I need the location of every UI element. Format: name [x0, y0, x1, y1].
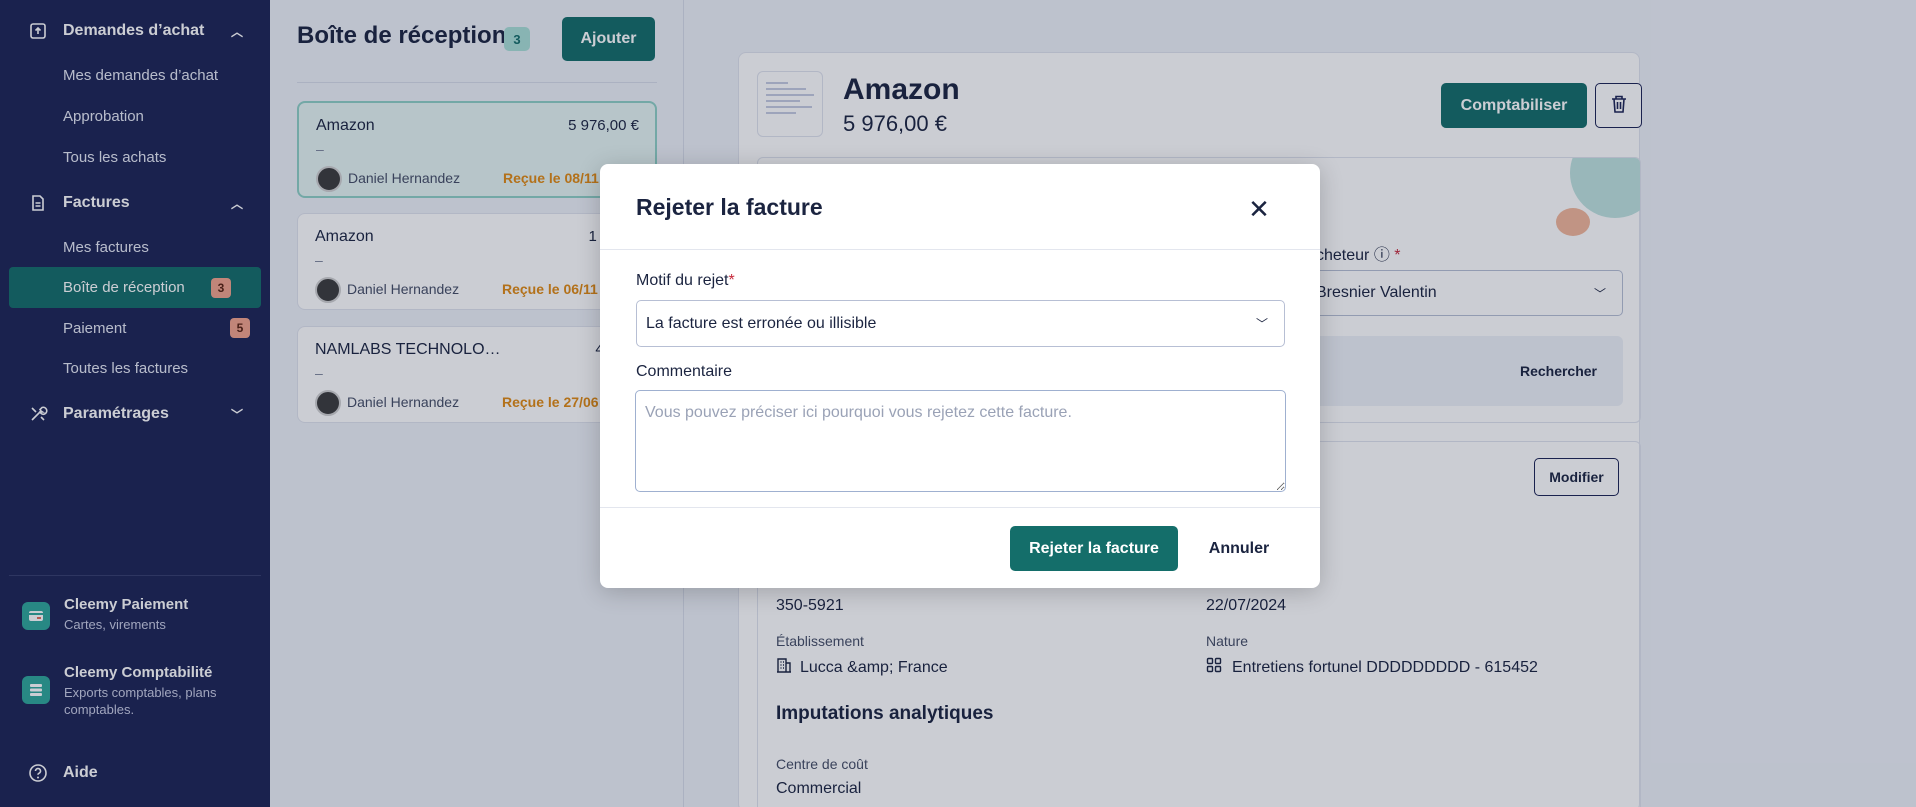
- comment-label: Commentaire: [636, 363, 733, 380]
- comment-textarea[interactable]: [635, 390, 1286, 492]
- dialog-divider: [600, 249, 1320, 250]
- reject-invoice-dialog: Rejeter la facture ✕ Motif du rejet* La …: [600, 164, 1320, 588]
- reject-invoice-button[interactable]: Rejeter la facture: [1010, 526, 1178, 571]
- reason-select[interactable]: La facture est erronée ou illisible ﹀: [636, 300, 1285, 347]
- reason-value: La facture est erronée ou illisible: [646, 314, 877, 332]
- cancel-button[interactable]: Annuler: [1194, 526, 1284, 571]
- close-icon: ✕: [1248, 194, 1270, 224]
- dialog-divider: [600, 507, 1320, 508]
- chevron-down-icon: ﹀: [1255, 317, 1268, 331]
- dialog-title: Rejeter la facture: [636, 194, 823, 220]
- close-button[interactable]: ✕: [1244, 194, 1274, 224]
- reason-label: Motif du rejet*: [636, 272, 735, 289]
